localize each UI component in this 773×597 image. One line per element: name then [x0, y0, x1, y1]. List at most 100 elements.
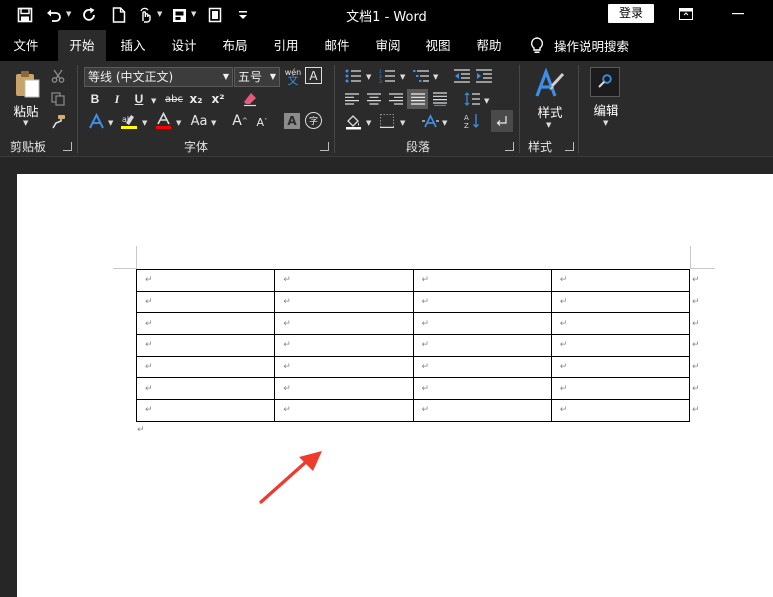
minimize-icon[interactable]: [728, 5, 748, 23]
numbering-dropdown-icon[interactable]: ▼: [400, 73, 405, 81]
change-case-button[interactable]: Aa: [188, 111, 210, 131]
align-right-icon[interactable]: [387, 90, 405, 108]
styles-launcher-icon[interactable]: [565, 142, 574, 151]
format-dropdown-icon[interactable]: ▼: [191, 10, 196, 18]
tab-help[interactable]: 帮助: [466, 30, 512, 61]
editing-dropdown-icon[interactable]: ▼: [603, 119, 608, 127]
table-cell[interactable]: ↵: [135, 290, 276, 314]
cut-icon[interactable]: [49, 68, 67, 84]
highlight-icon[interactable]: ab: [119, 111, 139, 131]
tab-review[interactable]: 审阅: [365, 30, 411, 61]
clear-formatting-icon[interactable]: [240, 89, 260, 109]
chinese-layout-dropdown-icon[interactable]: ▼: [442, 119, 447, 127]
table-cell[interactable]: ↵: [135, 334, 276, 357]
align-center-icon[interactable]: [365, 90, 383, 108]
redo-icon[interactable]: [80, 5, 100, 25]
undo-dropdown-icon[interactable]: ▼: [66, 10, 71, 18]
align-left-icon[interactable]: [343, 90, 361, 108]
table-cell[interactable]: ↵: [412, 399, 552, 422]
shading-icon[interactable]: [343, 111, 363, 131]
table-cell[interactable]: ↵: [412, 377, 552, 401]
tab-references[interactable]: 引用: [263, 30, 309, 61]
print-preview-icon[interactable]: [206, 5, 224, 25]
numbering-icon[interactable]: 123: [377, 67, 397, 85]
styles-icon[interactable]: [534, 67, 566, 101]
bold-button[interactable]: B: [86, 90, 104, 108]
table-cell[interactable]: ↵: [412, 334, 552, 357]
table-cell[interactable]: ↵: [412, 290, 552, 314]
table-cell[interactable]: ↵: [135, 355, 276, 379]
font-color-dropdown-icon[interactable]: ▼: [176, 119, 181, 127]
table-cell[interactable]: ↵: [135, 377, 276, 401]
search-icon[interactable]: [590, 67, 620, 97]
touch-mode-icon[interactable]: [136, 5, 156, 25]
customize-icon[interactable]: [236, 5, 250, 25]
table-cell[interactable]: ↵: [274, 334, 414, 357]
table-cell[interactable]: ↵: [550, 334, 691, 357]
decrease-indent-icon[interactable]: [452, 67, 472, 85]
highlight-dropdown-icon[interactable]: ▼: [142, 119, 147, 127]
table-cell[interactable]: ↵: [412, 269, 552, 292]
paste-icon[interactable]: [10, 69, 44, 99]
paste-dropdown-icon[interactable]: ▼: [23, 119, 28, 127]
character-shading-button[interactable]: A: [284, 113, 300, 129]
line-spacing-icon[interactable]: [462, 90, 482, 108]
borders-icon[interactable]: [377, 112, 397, 130]
table-cell[interactable]: ↵: [550, 355, 691, 379]
shrink-font-button[interactable]: Aˇ: [254, 113, 270, 131]
undo-icon[interactable]: [44, 5, 64, 25]
font-size-combo[interactable]: 五号 ▼: [234, 67, 280, 87]
character-border-icon[interactable]: A: [305, 67, 322, 84]
document-table[interactable]: ↵ ↵ ↵ ↵ ↵ ↵ ↵ ↵ ↵ ↵ ↵ ↵ ↵ ↵ ↵ ↵ ↵ ↵ ↵ ↵ ↵ ↵ ↵ ↵ ↵ ↵ ↵ ↵: [135, 269, 691, 422]
table-cell[interactable]: ↵: [412, 355, 552, 379]
tab-home[interactable]: 开始: [58, 30, 106, 61]
multilevel-dropdown-icon[interactable]: ▼: [433, 73, 438, 81]
distributed-icon[interactable]: [431, 90, 449, 108]
strikethrough-button[interactable]: abc: [163, 90, 185, 108]
change-case-dropdown-icon[interactable]: ▼: [211, 119, 216, 127]
table-cell[interactable]: ↵: [412, 312, 552, 336]
line-spacing-dropdown-icon[interactable]: ▼: [484, 97, 489, 105]
styles-button[interactable]: 样式: [531, 102, 569, 121]
table-cell[interactable]: ↵: [274, 290, 414, 314]
save-icon[interactable]: [14, 5, 36, 25]
styles-dropdown-icon[interactable]: ▼: [546, 121, 551, 129]
table-cell[interactable]: ↵: [274, 377, 414, 401]
shading-dropdown-icon[interactable]: ▼: [366, 119, 371, 127]
font-launcher-icon[interactable]: [320, 142, 329, 151]
table-cell[interactable]: ↵: [550, 377, 691, 401]
enclose-characters-button[interactable]: 字: [305, 112, 322, 129]
phonetic-guide-icon[interactable]: wén 文: [284, 67, 302, 87]
table-cell[interactable]: ↵: [274, 269, 414, 292]
increase-indent-icon[interactable]: [474, 67, 494, 85]
paste-button[interactable]: 粘贴: [10, 101, 42, 120]
bullets-dropdown-icon[interactable]: ▼: [366, 73, 371, 81]
table-cell[interactable]: ↵: [135, 399, 276, 422]
borders-dropdown-icon[interactable]: ▼: [400, 119, 405, 127]
justify-icon[interactable]: [407, 89, 428, 109]
table-cell[interactable]: ↵: [274, 399, 414, 422]
superscript-button[interactable]: x²: [209, 90, 227, 108]
table-cell[interactable]: ↵: [135, 269, 276, 292]
table-cell[interactable]: ↵: [550, 312, 691, 336]
tab-layout[interactable]: 布局: [212, 30, 258, 61]
sort-icon[interactable]: AZ: [462, 111, 482, 131]
table-cell[interactable]: ↵: [135, 312, 276, 336]
show-formatting-marks-icon[interactable]: [491, 110, 513, 132]
italic-button[interactable]: I: [108, 90, 126, 108]
bullets-icon[interactable]: [343, 67, 363, 85]
table-cell[interactable]: ↵: [274, 312, 414, 336]
text-effects-icon[interactable]: [86, 111, 106, 131]
editing-button[interactable]: 编辑: [586, 100, 626, 119]
tab-design[interactable]: 设计: [161, 30, 207, 61]
font-name-combo[interactable]: 等线 (中文正文) ▼: [84, 67, 233, 87]
font-color-icon[interactable]: [153, 111, 173, 131]
grow-font-button[interactable]: A ^: [232, 111, 248, 131]
login-button[interactable]: 登录: [608, 4, 654, 23]
underline-dropdown-icon[interactable]: ▼: [151, 97, 156, 105]
multilevel-list-icon[interactable]: [411, 67, 431, 85]
tab-insert[interactable]: 插入: [110, 30, 156, 61]
table-cell[interactable]: ↵: [550, 399, 691, 422]
table-cell[interactable]: ↵: [274, 355, 414, 379]
copy-icon[interactable]: [49, 91, 67, 107]
